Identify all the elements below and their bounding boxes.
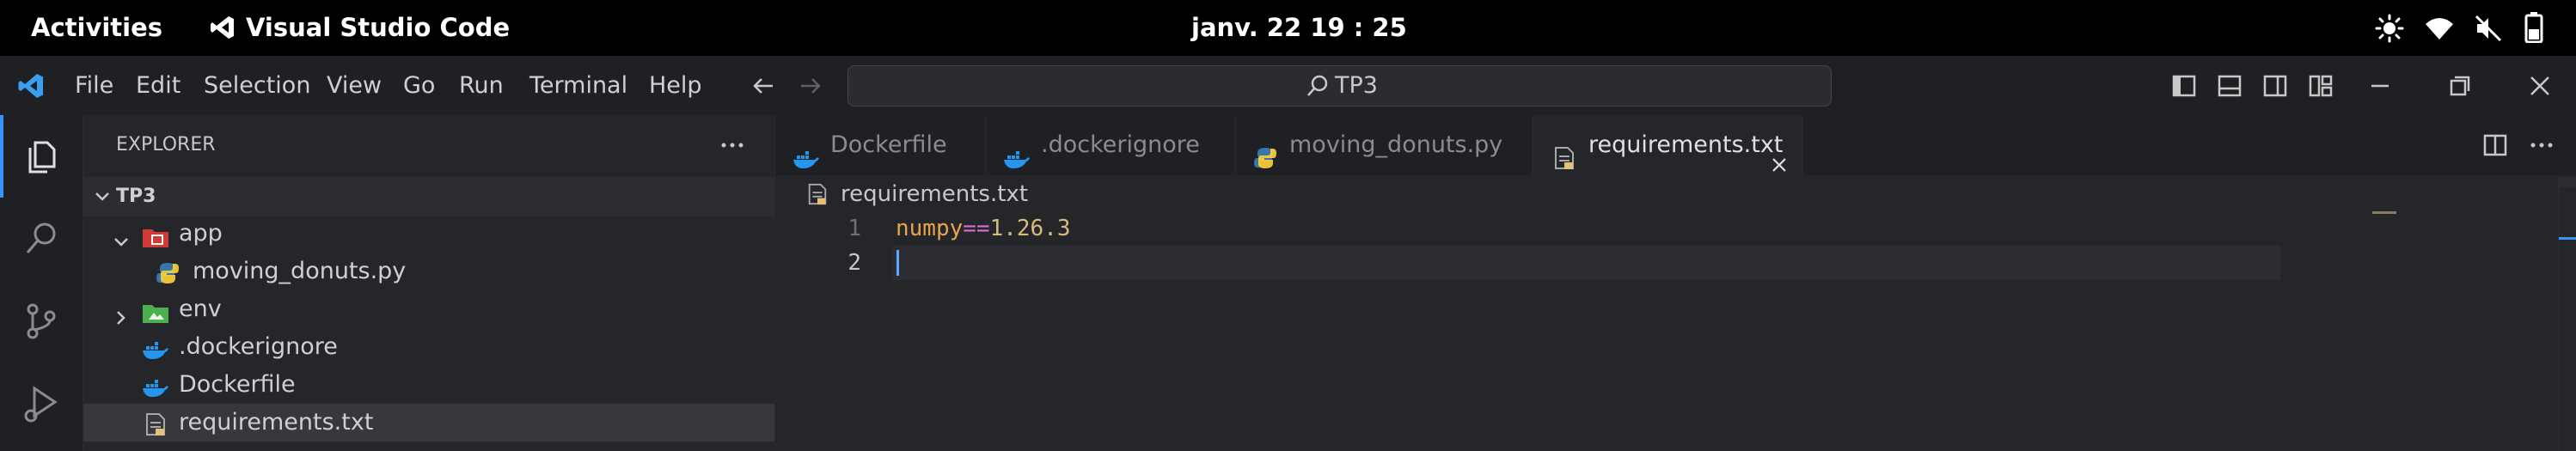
folder-red-icon — [142, 222, 169, 247]
chevron-down-icon — [94, 188, 111, 205]
scrollbar-slider[interactable] — [2559, 177, 2576, 187]
app-name[interactable]: Visual Studio Code — [246, 0, 510, 56]
folder-header-label: TP3 — [116, 186, 156, 207]
customize-layout-icon[interactable] — [2308, 73, 2334, 99]
minimize-icon[interactable] — [2367, 73, 2393, 99]
scrollbar-cursor-marker — [2559, 237, 2576, 240]
toggle-secondary-sidebar-icon[interactable] — [2262, 73, 2288, 99]
brightness-icon[interactable] — [2375, 14, 2404, 43]
docker-icon — [142, 374, 169, 397]
line-number: 2 — [847, 250, 861, 276]
source-control-icon[interactable] — [21, 301, 62, 342]
run-debug-icon[interactable] — [21, 383, 62, 424]
toggle-panel-icon[interactable] — [2217, 73, 2243, 99]
editor-area: Dockerfile .dockerignore moving_donuts.p… — [775, 115, 2576, 451]
search-text: TP3 — [1335, 72, 1378, 99]
folder-header-tp3[interactable]: TP3 — [83, 177, 774, 216]
volume-muted-icon[interactable] — [2474, 14, 2503, 43]
menu-run[interactable]: Run — [459, 56, 504, 115]
package-name: numpy — [896, 216, 964, 241]
toggle-primary-sidebar-icon[interactable] — [2171, 73, 2197, 99]
line-number: 1 — [847, 216, 861, 241]
tree-item-env[interactable]: env — [83, 290, 774, 328]
editor-more-actions-icon[interactable] — [2529, 132, 2555, 158]
text-file-icon — [806, 183, 829, 205]
scrollbar[interactable] — [2558, 177, 2576, 451]
docker-icon — [792, 134, 820, 168]
vscode-small-icon — [210, 15, 236, 40]
forward-arrow-icon[interactable] — [798, 73, 823, 99]
chevron-right-icon — [113, 301, 130, 325]
current-line-highlight — [892, 246, 2280, 280]
tree-item-moving-donuts[interactable]: moving_donuts.py — [83, 253, 774, 290]
text-file-icon — [144, 411, 168, 436]
folder-green-icon — [142, 298, 169, 323]
explorer-files-icon[interactable] — [21, 136, 62, 177]
tab-label: .dockerignore — [1041, 131, 1200, 158]
menu-view[interactable]: View — [327, 56, 382, 115]
menu-help[interactable]: Help — [649, 56, 702, 115]
tree-item-label: app — [179, 220, 223, 247]
menu-file[interactable]: File — [75, 56, 113, 115]
menu-edit[interactable]: Edit — [136, 56, 181, 115]
restore-icon[interactable] — [2447, 73, 2473, 99]
version-number: 1.26.3 — [989, 216, 1071, 241]
tree-item-dockerignore[interactable]: .dockerignore — [83, 328, 774, 366]
tree-item-label: .dockerignore — [179, 333, 338, 360]
version-operator: == — [963, 216, 990, 241]
menu-selection[interactable]: Selection — [204, 56, 310, 115]
tab-requirements[interactable]: requirements.txt — [1533, 115, 1802, 175]
tab-label: requirements.txt — [1588, 131, 1784, 158]
activities-button[interactable]: Activities — [31, 0, 162, 56]
tab-moving-donuts[interactable]: moving_donuts.py — [1236, 115, 1533, 175]
tree-item-requirements[interactable]: requirements.txt — [83, 404, 774, 442]
menu-go[interactable]: Go — [403, 56, 435, 115]
tree-item-label: Dockerfile — [179, 371, 296, 398]
system-top-bar: Activities Visual Studio Code janv. 22 1… — [0, 0, 2576, 56]
chevron-down-icon — [113, 225, 130, 247]
split-editor-icon[interactable] — [2482, 132, 2508, 158]
tab-dockerfile[interactable]: Dockerfile — [775, 115, 986, 175]
docker-icon — [1003, 134, 1031, 168]
battery-icon[interactable] — [2524, 12, 2543, 44]
more-actions-icon[interactable] — [719, 134, 745, 156]
tree-item-label: requirements.txt — [179, 409, 374, 436]
minimap-line — [2372, 211, 2396, 214]
tree-item-label: env — [179, 296, 222, 322]
tree-item-label: moving_donuts.py — [193, 258, 407, 284]
tree-item-dockerfile[interactable]: Dockerfile — [83, 366, 774, 404]
code-line-1[interactable]: numpy==1.26.3 — [896, 211, 1071, 246]
back-arrow-icon[interactable] — [750, 73, 776, 99]
activity-bar — [0, 115, 83, 451]
tab-label: moving_donuts.py — [1289, 131, 1503, 158]
explorer-sidebar: EXPLORER TP3 app moving_donuts.py env .d… — [83, 115, 775, 451]
menu-terminal[interactable]: Terminal — [529, 56, 627, 115]
docker-icon — [142, 336, 169, 359]
tab-dockerignore[interactable]: .dockerignore — [986, 115, 1236, 175]
active-indicator — [0, 115, 3, 198]
search-icon — [1306, 74, 1330, 98]
clock[interactable]: janv. 22 19 : 25 — [1191, 0, 1407, 56]
wifi-icon[interactable] — [2424, 15, 2455, 41]
tab-label: Dockerfile — [830, 131, 947, 158]
close-tab-icon[interactable] — [1771, 137, 1788, 172]
vscode-title-bar: File Edit Selection View Go Run Terminal… — [0, 56, 2576, 115]
search-view-icon[interactable] — [21, 218, 62, 259]
python-icon — [156, 259, 180, 283]
text-file-icon — [1552, 133, 1576, 169]
text-cursor — [896, 250, 899, 276]
python-icon — [1253, 133, 1277, 168]
command-center-search[interactable]: TP3 — [847, 65, 1832, 107]
vscode-logo-icon — [17, 72, 45, 100]
explorer-title: EXPLORER — [116, 134, 216, 155]
breadcrumb-label: requirements.txt — [841, 181, 1029, 207]
tree-item-app[interactable]: app — [83, 215, 774, 253]
close-window-icon[interactable] — [2527, 73, 2553, 99]
